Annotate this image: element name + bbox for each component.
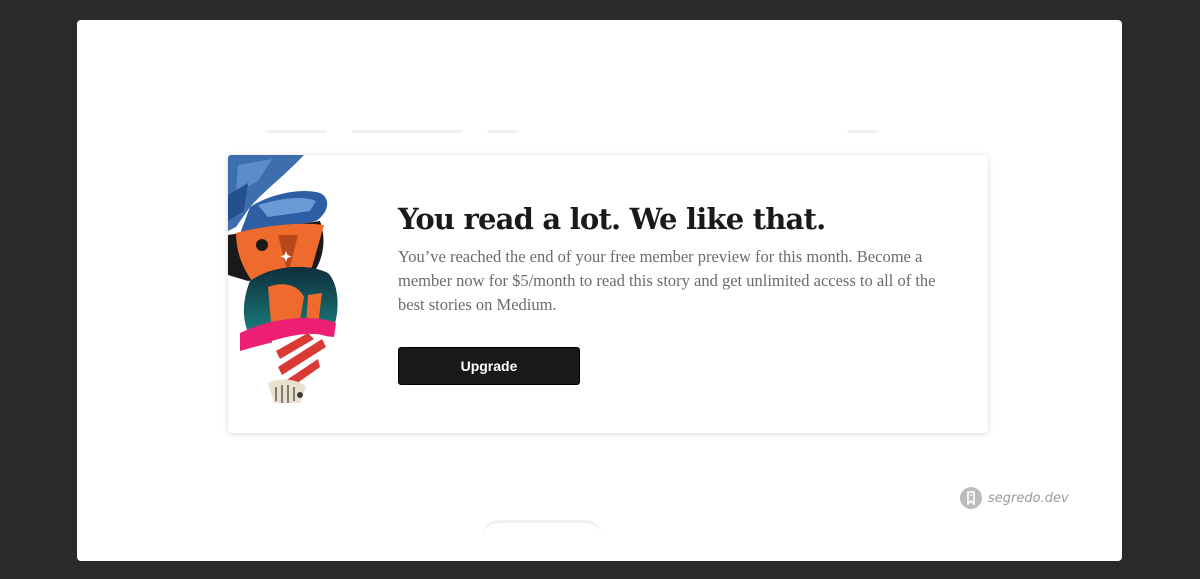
segredo-logo-icon xyxy=(960,487,982,509)
abstract-collage-illustration xyxy=(228,155,338,403)
modal-headline: You read a lot. We like that. xyxy=(398,202,826,236)
watermark: segredo.dev xyxy=(960,487,1069,509)
faded-background-nav xyxy=(267,126,967,140)
modal-description: You’ve reached the end of your free memb… xyxy=(398,247,936,314)
paywall-modal: You read a lot. We like that. You’ve rea… xyxy=(228,155,988,433)
watermark-text: segredo.dev xyxy=(988,490,1069,506)
faded-background-shape xyxy=(482,520,602,537)
upgrade-button[interactable]: Upgrade xyxy=(398,347,580,385)
browser-page: You read a lot. We like that. You’ve rea… xyxy=(77,20,1122,561)
